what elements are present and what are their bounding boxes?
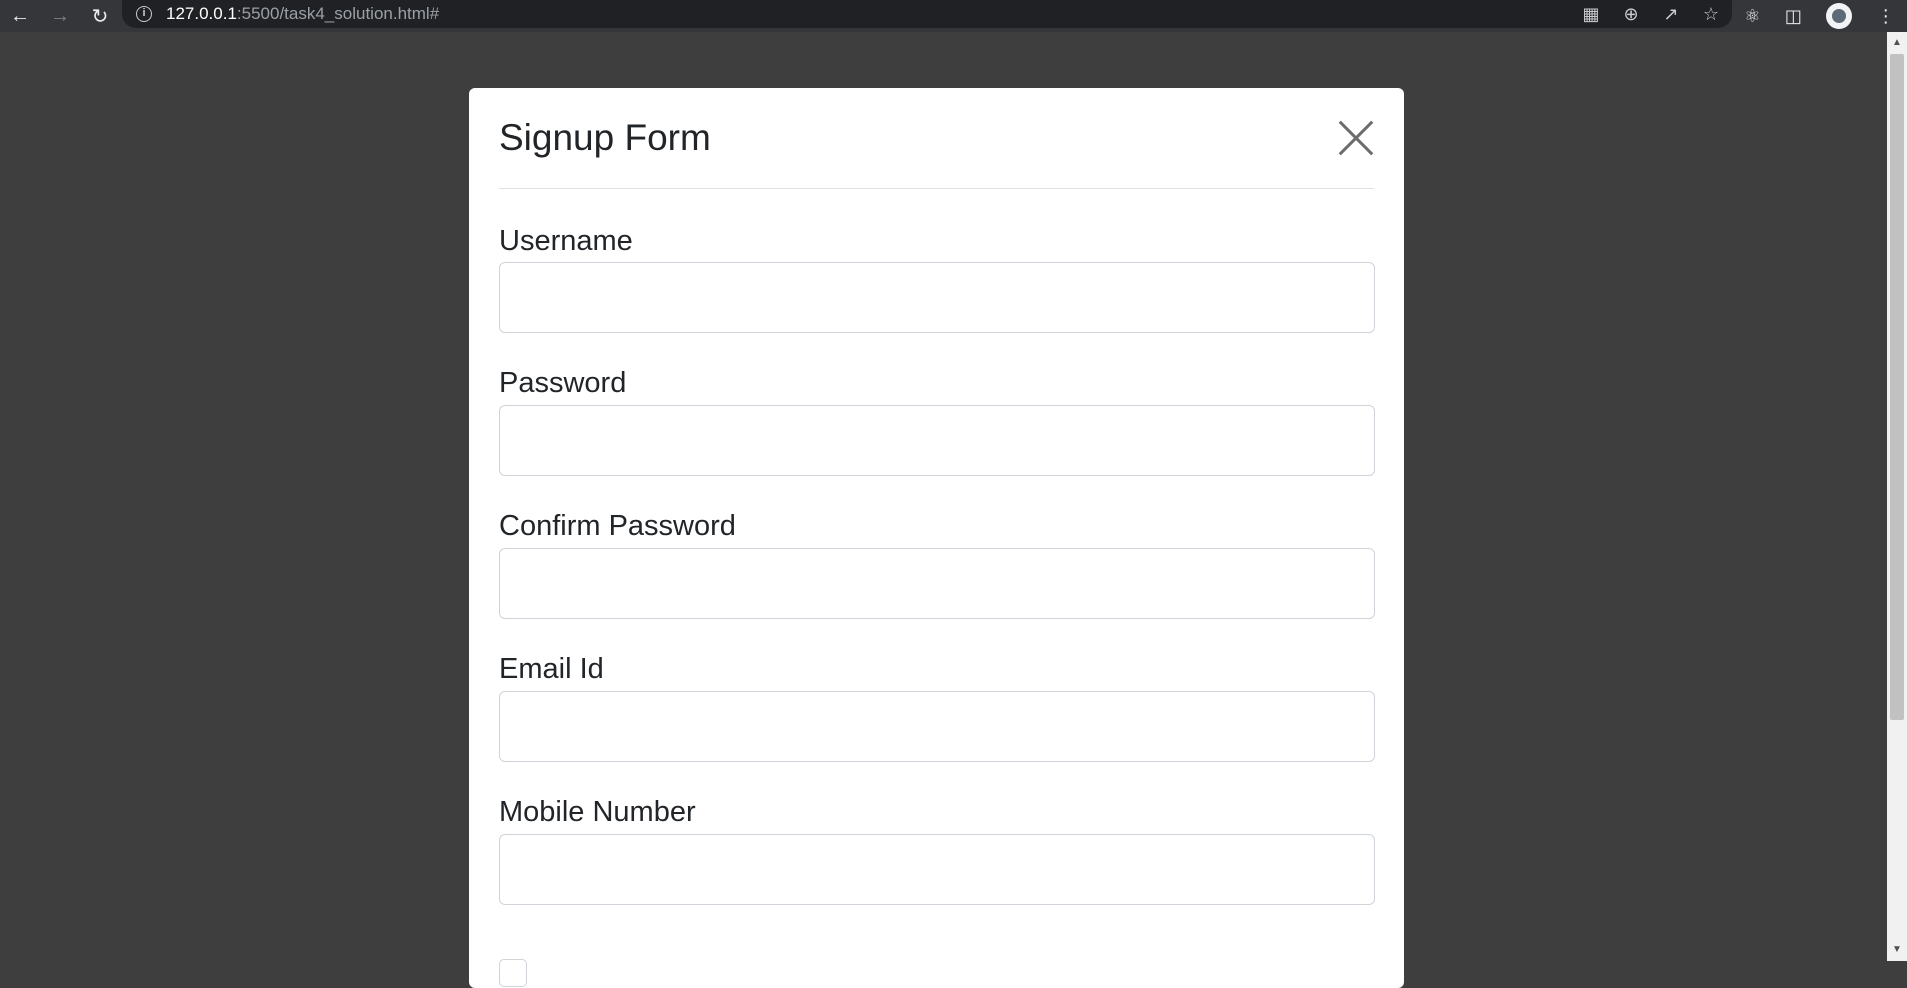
browser-toolbar: ← → ↻ i 127.0.0.1:5500/task4_solution.ht… — [0, 0, 1907, 32]
password-group: Password — [499, 333, 1375, 476]
close-icon[interactable] — [1336, 118, 1376, 158]
scroll-down-arrow-icon[interactable]: ▼ — [1887, 941, 1907, 959]
star-icon[interactable]: ☆ — [1700, 4, 1722, 25]
avatar[interactable] — [1826, 3, 1853, 29]
email-input[interactable] — [499, 691, 1375, 762]
url-host: 127.0.0.1 — [166, 4, 237, 23]
mobile-input[interactable] — [499, 834, 1375, 905]
confirm-password-input[interactable] — [499, 548, 1375, 619]
kebab-menu-icon[interactable]: ⋮ — [1877, 6, 1895, 27]
scroll-up-arrow-icon[interactable]: ▲ — [1887, 34, 1907, 52]
username-input[interactable] — [499, 262, 1375, 333]
confirm-password-group: Confirm Password — [499, 476, 1375, 619]
url-path: :5500/task4_solution.html# — [236, 4, 440, 23]
modal-header: Signup Form — [499, 88, 1374, 189]
puzzle-icon[interactable]: ⚛ — [1744, 6, 1760, 27]
side-panel-icon[interactable]: ◫ — [1785, 6, 1802, 27]
password-input[interactable] — [499, 405, 1375, 476]
reload-icon[interactable]: ↻ — [80, 0, 120, 32]
back-arrow-icon[interactable]: ← — [0, 0, 40, 32]
toolbar-right-icons: ⚛ ◫ ⋮ — [1732, 0, 1907, 32]
email-group: Email Id — [499, 619, 1375, 762]
mobile-group: Mobile Number — [499, 762, 1375, 905]
address-bar[interactable]: i 127.0.0.1:5500/task4_solution.html# ▦ … — [122, 0, 1732, 28]
info-icon[interactable]: i — [136, 6, 152, 22]
modal-title: Signup Form — [499, 117, 711, 158]
signup-form: Username Password Confirm Password Email… — [499, 189, 1375, 905]
username-group: Username — [499, 189, 1375, 333]
translate-icon[interactable]: ▦ — [1580, 4, 1602, 25]
share-icon[interactable]: ↗ — [1660, 4, 1682, 25]
scroll-thumb[interactable] — [1890, 54, 1904, 720]
address-bar-actions: ▦ ⊕ ↗ ☆ — [1580, 0, 1722, 28]
forward-arrow-icon[interactable]: → — [40, 0, 80, 32]
signup-modal: Signup Form Username Password Confirm Pa… — [469, 88, 1404, 988]
zoom-icon[interactable]: ⊕ — [1620, 4, 1642, 25]
avatar-image — [1832, 9, 1847, 23]
page-scrollbar[interactable]: ▲ ▼ — [1887, 32, 1907, 961]
terms-checkbox[interactable] — [499, 959, 527, 987]
